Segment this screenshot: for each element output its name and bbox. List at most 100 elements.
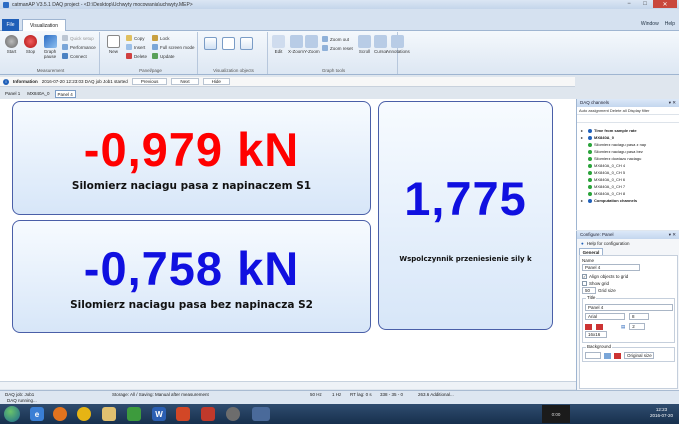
display-s2[interactable]: -0,758 kN Silomierz naciagu pasa bez nap… xyxy=(12,220,371,333)
group-graph-tools: Edit X-Zoom Y-Zoom Zoom out Zoom reset S… xyxy=(270,32,410,74)
daq-channel-label: Silomierz dowiazu naciagu xyxy=(594,156,642,161)
performance-button[interactable]: Performance xyxy=(62,44,96,50)
start-button[interactable]: Start xyxy=(5,35,18,54)
ie-icon[interactable]: e xyxy=(30,407,44,421)
minimize-button[interactable]: − xyxy=(621,0,637,8)
pin-close-icon[interactable]: ▾ ✕ xyxy=(669,99,676,107)
bold-icon[interactable] xyxy=(585,323,592,330)
hide-button[interactable]: Hide xyxy=(202,78,230,85)
background-mode-select[interactable]: Original size xyxy=(624,352,654,359)
insert-graph-button[interactable] xyxy=(204,37,217,51)
tab-general[interactable]: General xyxy=(579,248,603,255)
tab-panel-4[interactable]: Panel 4 xyxy=(54,89,76,98)
help-menu[interactable]: Help xyxy=(665,21,675,27)
catman-taskbar-icon[interactable] xyxy=(252,407,270,421)
close-button[interactable]: ✕ xyxy=(653,0,677,8)
clear-icon[interactable] xyxy=(614,352,621,359)
channel-status-icon xyxy=(588,128,592,133)
daq-channel-row[interactable]: Silomierz dowiazu naciagu xyxy=(577,155,679,162)
firefox-icon[interactable] xyxy=(53,407,67,421)
x-zoom-button[interactable]: X-Zoom xyxy=(288,35,304,54)
spacing-select[interactable]: 2 xyxy=(629,323,646,330)
show-grid-checkbox[interactable]: Show grid xyxy=(582,280,675,287)
daq-channel-row[interactable]: ▸ MX840A_0 xyxy=(577,134,679,141)
performance-icon xyxy=(62,44,68,50)
expand-icon[interactable]: ▸ xyxy=(581,128,586,133)
zoom-reset-button[interactable]: Zoom reset xyxy=(322,45,353,51)
digital-display-icon xyxy=(222,37,235,50)
configure-body: Name Panel 4 ✓ Align objects to grid Sho… xyxy=(579,255,678,389)
align-to-grid-checkbox[interactable]: ✓ Align objects to grid xyxy=(582,273,675,280)
horizontal-scrollbar[interactable] xyxy=(0,381,576,389)
scroll-button[interactable]: Scroll xyxy=(358,35,371,54)
y-zoom-button[interactable]: Y-Zoom xyxy=(304,35,320,54)
delete-button[interactable]: Delete xyxy=(126,53,147,59)
quick-setup-button[interactable]: Quick setup xyxy=(62,35,94,41)
connect-button[interactable]: Connect xyxy=(62,53,87,59)
copy-button[interactable]: Copy xyxy=(126,35,145,41)
next-button[interactable]: Next xyxy=(171,78,199,85)
background-color-select[interactable] xyxy=(585,352,601,359)
graph-pause-button[interactable]: Graph pause xyxy=(42,35,58,59)
daq-channel-row[interactable]: MX840A_0_CH 5 xyxy=(577,169,679,176)
expand-icon[interactable]: ▸ xyxy=(581,198,586,203)
pdf-icon[interactable] xyxy=(201,407,215,421)
channel-status-icon xyxy=(588,156,592,161)
title-field[interactable]: Panel 4 xyxy=(585,304,673,311)
start-orb-icon[interactable] xyxy=(4,406,20,422)
daq-channel-row[interactable]: MX840A_0_CH 4 xyxy=(577,162,679,169)
daq-channel-row[interactable]: MX840A_0_CH 6 xyxy=(577,176,679,183)
maximize-button[interactable]: □ xyxy=(637,0,653,8)
group-visualization-objects: Visualization objects xyxy=(200,32,268,74)
daq-channels-header: DAQ channels ▾ ✕ xyxy=(577,99,679,107)
daq-channel-row[interactable]: MX840A_0_CH 8 xyxy=(577,190,679,197)
annotations-button[interactable]: Annotations xyxy=(386,35,410,54)
tab-mx840a-0[interactable]: MX840A_0 xyxy=(25,90,51,98)
insert-display-button[interactable] xyxy=(222,37,235,51)
daq-channel-label: MX840A_0_CH 4 xyxy=(594,163,626,168)
app-icon-grey[interactable] xyxy=(226,407,240,421)
expand-icon[interactable]: ▸ xyxy=(581,135,586,140)
daq-channel-row[interactable]: MX840A_0_CH 7 xyxy=(577,183,679,190)
update-button[interactable]: Update xyxy=(152,53,175,59)
daq-channel-row[interactable]: ▸ Time from sample rate xyxy=(577,127,679,134)
panel-tabs: Panel 1 MX840A_0 Panel 4 xyxy=(0,89,575,98)
display-k[interactable]: 1,775 Wspolczynnik przeniesienie sily k xyxy=(378,101,553,330)
full-screen-button[interactable]: Full screen mode xyxy=(152,44,195,50)
tab-panel-1[interactable]: Panel 1 xyxy=(3,90,22,98)
zoom-out-button[interactable]: Zoom out xyxy=(322,36,349,42)
help-for-configuration[interactable]: ● Help for configuration xyxy=(577,239,679,248)
pin-close-icon[interactable]: ▾ ✕ xyxy=(669,231,676,239)
explorer-icon[interactable] xyxy=(102,407,116,421)
icon-size-select[interactable]: 16x16 xyxy=(585,331,607,338)
insert-button[interactable]: Insert xyxy=(126,44,145,50)
daq-channel-row[interactable]: Silomierz naciagu pasa z nap xyxy=(577,141,679,148)
excel-icon[interactable] xyxy=(127,407,141,421)
font-select[interactable]: Arial xyxy=(585,313,625,320)
grid-size-field[interactable]: 50 xyxy=(582,287,596,294)
daq-channel-row[interactable]: ▸ Computation channels xyxy=(577,197,679,204)
powerpoint-icon[interactable] xyxy=(176,407,190,421)
new-button[interactable]: New xyxy=(107,35,120,54)
chrome-icon[interactable] xyxy=(77,407,91,421)
annotations-icon xyxy=(391,35,405,48)
name-field[interactable]: Panel 4 xyxy=(582,264,640,271)
tab-visualization[interactable]: Visualization xyxy=(22,19,66,31)
window-menu[interactable]: Window xyxy=(641,21,659,27)
file-tab[interactable]: File xyxy=(2,19,19,31)
font-size-select[interactable]: 8 xyxy=(629,313,649,320)
daq-channel-row[interactable]: Silomierz naciagu pasa bez xyxy=(577,148,679,155)
daq-toolbar[interactable]: Auto assignment Delete all Display filte… xyxy=(577,107,679,115)
word-icon[interactable]: W xyxy=(152,407,166,421)
stop-button[interactable]: Stop xyxy=(24,35,37,54)
display-s1[interactable]: -0,979 kN Silomierz naciagu pasa z napin… xyxy=(12,101,371,215)
daq-search-row[interactable] xyxy=(577,115,679,123)
edit-button[interactable]: Edit xyxy=(272,35,285,54)
image-icon[interactable] xyxy=(604,352,611,359)
group-label-graph-tools: Graph tools xyxy=(321,68,346,73)
insert-table-button[interactable] xyxy=(240,37,253,51)
italic-icon[interactable] xyxy=(596,323,603,330)
previous-button[interactable]: Previous xyxy=(131,78,168,85)
lock-button[interactable]: Lock xyxy=(152,35,170,41)
delete-icon xyxy=(126,53,132,59)
